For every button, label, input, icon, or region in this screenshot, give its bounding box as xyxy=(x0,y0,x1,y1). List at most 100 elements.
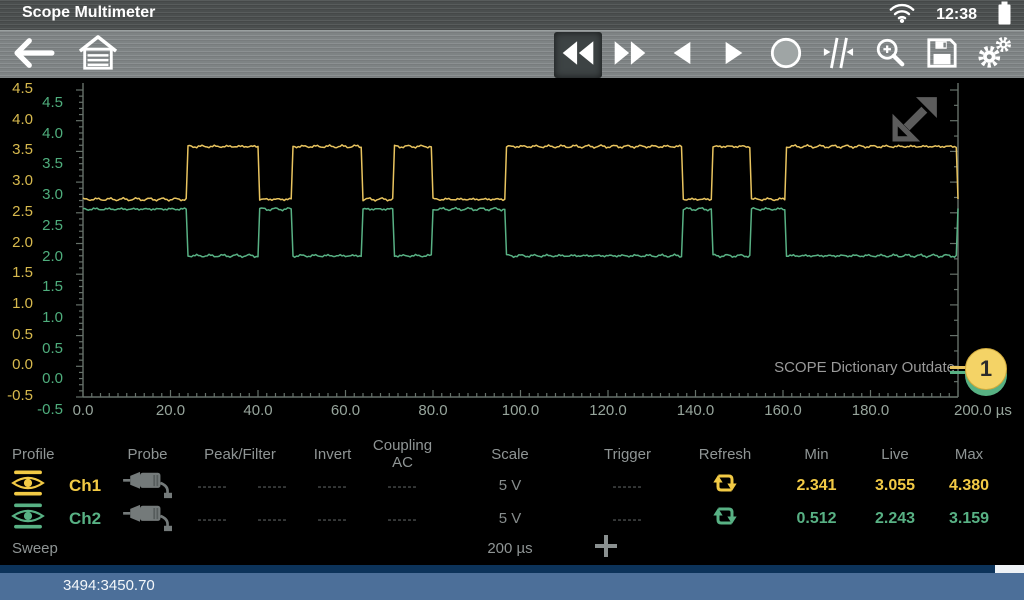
save-button[interactable] xyxy=(918,32,966,78)
x-axis-label: 180.0 xyxy=(852,402,890,419)
y-axis-label-ch2: 3.0 xyxy=(23,186,63,204)
ch1-trigger-setting[interactable]: ------ xyxy=(580,479,675,493)
eye-icon xyxy=(11,470,45,501)
toolbar xyxy=(0,30,1024,78)
x-axis-label: 120.0 xyxy=(589,402,627,419)
status-bar: 3494:3450.70 xyxy=(0,573,1024,600)
x-axis-label: 80.0 xyxy=(418,402,447,419)
page-title: Scope Multimeter xyxy=(22,4,155,22)
header-scale: Scale xyxy=(440,446,580,463)
rewind-icon xyxy=(560,39,596,72)
x-axis-label: 140.0 xyxy=(677,402,715,419)
ch1-max-value: 4.380 xyxy=(932,477,1006,495)
battery-icon xyxy=(997,0,1012,31)
cursors-icon xyxy=(822,36,854,75)
header-profile: Profile xyxy=(0,446,115,463)
header-probe: Probe xyxy=(115,446,180,463)
y-axis-label-ch2: -0.5 xyxy=(23,401,63,419)
ch1-min-value: 2.341 xyxy=(775,477,858,495)
probe-icon xyxy=(121,467,175,504)
header-refresh: Refresh xyxy=(675,446,775,463)
ch1-scale-value[interactable]: 5 V xyxy=(440,477,580,494)
clock: 12:38 xyxy=(936,6,977,24)
status-icons: 12:38 xyxy=(888,0,1012,30)
header-live: Live xyxy=(858,446,932,463)
x-axis-label: 60.0 xyxy=(331,402,360,419)
ch2-refresh-button[interactable] xyxy=(675,502,775,535)
table-row-ch1: Ch1 ------ ------ ------ ------ 5 V ----… xyxy=(0,467,1024,500)
ch1-refresh-button[interactable] xyxy=(675,469,775,502)
ch1-peak-setting[interactable]: ------ xyxy=(180,479,245,493)
y-axis-label-ch2: 4.5 xyxy=(23,94,63,112)
header-coupling: Coupling AC xyxy=(365,437,440,471)
x-axis-label: 160.0 xyxy=(764,402,802,419)
y-axis-label-ch2: 3.5 xyxy=(23,155,63,173)
notification-badge[interactable]: 1 xyxy=(965,348,1007,390)
panel-header-row: Profile Probe Peak/Filter Invert Couplin… xyxy=(0,437,1024,467)
add-button[interactable] xyxy=(594,534,618,563)
header-max: Max xyxy=(932,446,1006,463)
y-axis-label-ch2: 4.0 xyxy=(23,125,63,143)
fast-forward-button[interactable] xyxy=(606,32,654,78)
ch2-invert-setting[interactable]: ------ xyxy=(300,512,365,526)
ch1-invert-setting[interactable]: ------ xyxy=(300,479,365,493)
x-axis-label: 200.0 µs xyxy=(954,402,1012,419)
back-button[interactable] xyxy=(10,32,58,78)
ch2-filter-setting[interactable]: ------ xyxy=(245,512,300,526)
ch1-visibility-button[interactable] xyxy=(0,470,55,501)
zoom-icon xyxy=(874,37,906,74)
ch2-trigger-setting[interactable]: ------ xyxy=(580,512,675,526)
ch1-filter-setting[interactable]: ------ xyxy=(245,479,300,493)
x-axis-label: 0.0 xyxy=(73,402,94,419)
ch1-probe-button[interactable] xyxy=(115,467,180,504)
expand-button[interactable] xyxy=(892,94,940,142)
table-row-ch2: Ch2 ------ ------ ------ ------ 5 V ----… xyxy=(0,500,1024,533)
back-arrow-icon xyxy=(13,37,55,74)
scope-chart: 4.54.54.04.03.53.53.03.02.52.52.02.01.51… xyxy=(0,78,1024,437)
x-axis-label: 20.0 xyxy=(156,402,185,419)
cursors-button[interactable] xyxy=(814,32,862,78)
save-icon xyxy=(926,37,958,74)
waveform-plot xyxy=(0,78,1024,437)
play-button[interactable] xyxy=(710,32,758,78)
ch2-scale-value[interactable]: 5 V xyxy=(440,510,580,527)
ch2-peak-setting[interactable]: ------ xyxy=(180,512,245,526)
status-coordinates: 3494:3450.70 xyxy=(63,577,155,594)
ch2-max-value: 3.159 xyxy=(932,510,1006,528)
x-axis-label: 40.0 xyxy=(243,402,272,419)
settings-button[interactable] xyxy=(970,32,1018,78)
zoom-button[interactable] xyxy=(866,32,914,78)
sweep-row: Sweep 200 µs xyxy=(0,533,1024,564)
home-button[interactable] xyxy=(74,32,122,78)
rewind-button[interactable] xyxy=(554,32,602,78)
header-invert: Invert xyxy=(300,446,365,463)
ch2-coupling-setting[interactable]: ------ xyxy=(365,512,440,526)
sweep-value[interactable]: 200 µs xyxy=(440,540,580,557)
y-axis-label-ch2: 1.5 xyxy=(23,278,63,296)
header-min: Min xyxy=(775,446,858,463)
wifi-icon xyxy=(888,1,916,29)
title-bar: Scope Multimeter 12:38 xyxy=(0,0,1024,30)
ch2-visibility-button[interactable] xyxy=(0,503,55,534)
ch1-label: Ch1 xyxy=(55,476,115,496)
ch2-label: Ch2 xyxy=(55,509,115,529)
fast-forward-icon xyxy=(612,39,648,72)
refresh-icon xyxy=(711,502,739,535)
refresh-icon xyxy=(711,469,739,502)
plus-icon xyxy=(594,534,618,563)
home-icon xyxy=(78,34,118,77)
y-axis-label-ch2: 1.0 xyxy=(23,309,63,327)
ch2-probe-button[interactable] xyxy=(115,500,180,537)
ch2-live-value: 2.243 xyxy=(858,510,932,528)
x-axis-label: 100.0 xyxy=(502,402,540,419)
step-back-button[interactable] xyxy=(658,32,706,78)
y-axis-label-ch2: 2.5 xyxy=(23,217,63,235)
play-icon xyxy=(723,40,745,71)
nav-strip xyxy=(0,565,1024,573)
eye-icon xyxy=(11,503,45,534)
ch1-live-value: 3.055 xyxy=(858,477,932,495)
scroll-indicator[interactable] xyxy=(995,565,1024,573)
ch1-coupling-setting[interactable]: ------ xyxy=(365,479,440,493)
y-axis-label-ch2: 2.0 xyxy=(23,248,63,266)
record-button[interactable] xyxy=(762,32,810,78)
